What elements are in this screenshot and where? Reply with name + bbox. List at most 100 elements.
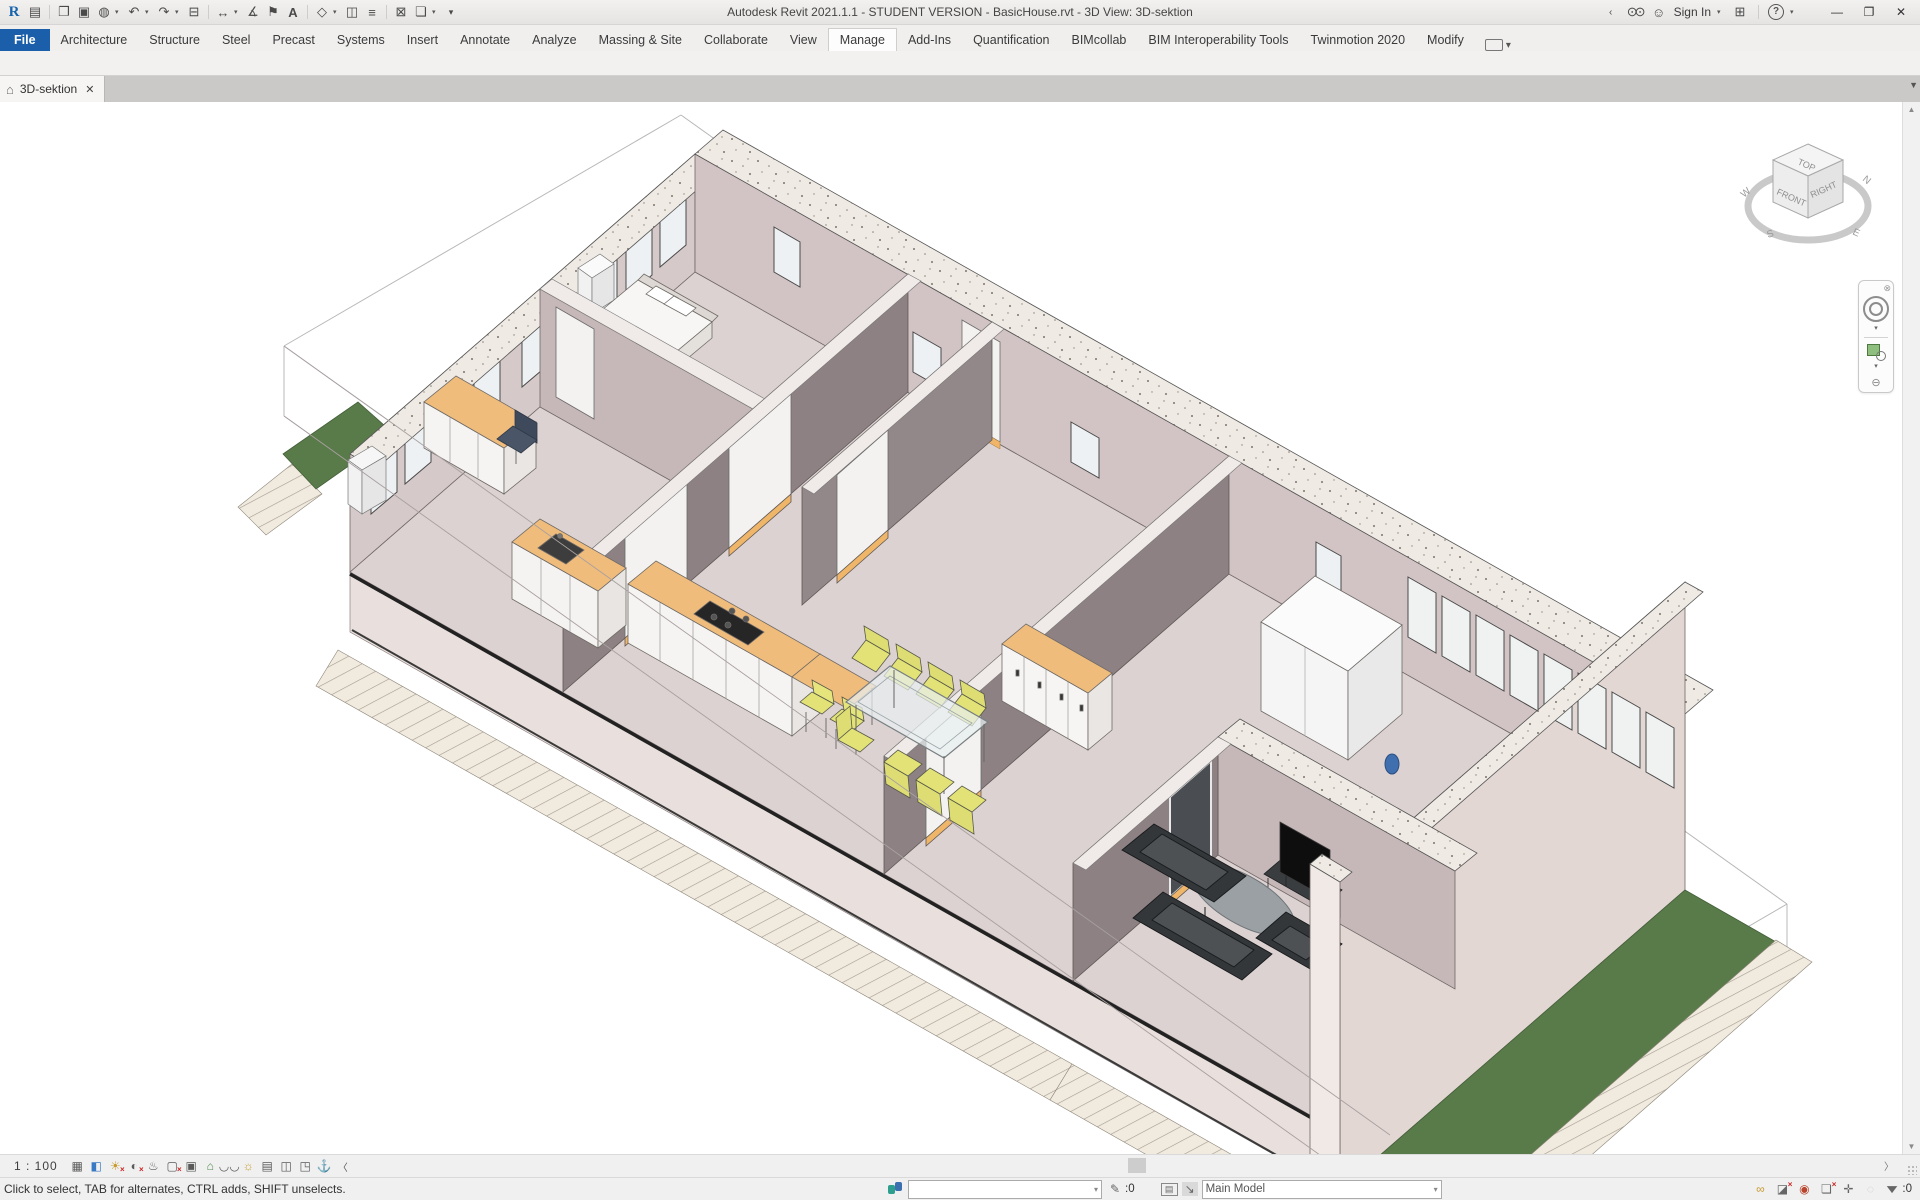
user-icon[interactable]: ☺ [1650,3,1668,21]
undo-icon[interactable]: ↶ [125,3,143,21]
drag-on-selection-icon[interactable]: ✛ [1839,1182,1857,1196]
switch-windows-icon[interactable]: ❏ [412,3,430,21]
sign-in-dropdown-icon[interactable]: ▾ [1717,8,1725,16]
viewcube[interactable]: W S E N TOP FRONT RIGHT [1739,144,1873,241]
ribbon-display-toggle[interactable]: ▾ [1485,39,1511,51]
switch-windows-dropdown-icon[interactable]: ▾ [432,8,440,16]
highlight-displacement-sets-icon[interactable]: ◳ [296,1157,315,1175]
tab-steel[interactable]: Steel [211,29,262,51]
tab-manage[interactable]: Manage [828,28,897,51]
steering-wheel-icon[interactable] [1863,296,1889,322]
select-links-icon[interactable]: ∞ [1751,1182,1769,1196]
shadows-off-icon[interactable]: ◐× [125,1157,144,1175]
properties-icon[interactable]: ▤ [26,3,44,21]
tab-systems[interactable]: Systems [326,29,396,51]
vertical-scrollbar[interactable]: ▲ ▼ [1902,102,1920,1154]
default-3d-view-icon[interactable]: ◇ [313,3,331,21]
tab-annotate[interactable]: Annotate [449,29,521,51]
design-options-icon[interactable]: ↘ [1182,1182,1198,1196]
3d-section-view[interactable]: W S E N TOP FRONT RIGHT [0,102,1920,1154]
open-icon[interactable]: ❐ [55,3,73,21]
tab-precast[interactable]: Precast [261,29,325,51]
close-icon[interactable]: ✕ [1888,5,1914,19]
design-options-dropdown[interactable]: Main Model▾ [1202,1180,1442,1199]
aligned-dimension-icon[interactable]: ∡ [244,3,262,21]
3d-view-dropdown-icon[interactable]: ▾ [333,8,341,16]
tab-structure[interactable]: Structure [138,29,211,51]
scroll-down-icon[interactable]: ▼ [1908,1139,1916,1154]
measure-icon[interactable]: ↔ [214,3,232,21]
tab-architecture[interactable]: Architecture [50,29,139,51]
tab-quantification[interactable]: Quantification [962,29,1060,51]
horizontal-scrollbar-thumb[interactable] [1128,1158,1146,1173]
measure-dropdown-icon[interactable]: ▾ [234,8,242,16]
sun-path-off-icon[interactable]: ☀× [106,1157,125,1175]
tab-add-ins[interactable]: Add-Ins [897,29,962,51]
cart-icon[interactable]: ⊞ [1731,3,1749,21]
reveal-constraints-icon[interactable]: ⚓ [315,1157,334,1175]
tab-modify[interactable]: Modify [1416,29,1475,51]
text-icon[interactable]: A [284,3,302,21]
revit-logo[interactable]: R [4,3,24,21]
reveal-hidden-elements-icon[interactable]: ☼ [239,1157,258,1175]
redo-icon[interactable]: ↷ [155,3,173,21]
blue-vase[interactable] [1385,754,1399,774]
search-icon[interactable]: ⊙⊙ [1626,3,1644,21]
zoom-icon[interactable] [1866,343,1886,361]
tab-collaborate[interactable]: Collaborate [693,29,779,51]
visual-style-icon[interactable]: ◧ [87,1157,106,1175]
select-pinned-icon[interactable]: ◉ [1795,1182,1813,1196]
tab-bimcollab[interactable]: BIMcollab [1061,29,1138,51]
editing-requests-icon[interactable]: ✎ [1106,1182,1124,1196]
sync-icon[interactable]: ◍ [95,3,113,21]
drawing-area[interactable]: W S E N TOP FRONT RIGHT ⊗ ▾ ▾ ⊖ [0,102,1920,1154]
unlocked-3d-view-icon[interactable]: ⌂ [201,1157,220,1175]
select-underlay-icon[interactable]: ◪× [1773,1182,1791,1196]
section-icon[interactable]: ◫ [343,3,361,21]
view-tab-list-icon[interactable]: ▼ [1909,80,1918,90]
sign-in-label[interactable]: Sign In [1674,5,1711,19]
temporary-view-properties-icon[interactable]: ▤ [258,1157,277,1175]
steering-wheel-dropdown-icon[interactable]: ▾ [1874,324,1878,332]
show-analytical-model-icon[interactable]: ◫ [277,1157,296,1175]
scroll-right-icon[interactable]: 〉 [1884,1158,1894,1173]
tab-insert[interactable]: Insert [396,29,449,51]
close-view-tab-icon[interactable]: ✕ [83,83,96,96]
redo-dropdown-icon[interactable]: ▾ [175,8,183,16]
navigation-bar[interactable]: ⊗ ▾ ▾ ⊖ [1858,280,1894,393]
minimize-icon[interactable]: — [1824,5,1850,19]
navbar-close-icon[interactable]: ⊗ [1883,283,1891,294]
resize-grip[interactable] [1907,1165,1917,1175]
undo-dropdown-icon[interactable]: ▾ [145,8,153,16]
navbar-options-icon[interactable]: ⊖ [1871,376,1880,389]
tab-analyze[interactable]: Analyze [521,29,587,51]
tag-icon[interactable]: ⚑ [264,3,282,21]
crop-view-off-icon[interactable]: ▢× [163,1157,182,1175]
zoom-dropdown-icon[interactable]: ▾ [1874,362,1878,370]
view-tab-3d-sektion[interactable]: ⌂ 3D-sektion ✕ [0,76,105,102]
close-hidden-windows-icon[interactable]: ⊠ [392,3,410,21]
active-workset-dropdown[interactable]: ▾ [908,1180,1102,1199]
temporary-hide-isolate-icon[interactable]: ◡◡ [220,1157,239,1175]
filter-icon[interactable]: ▼ [1879,1182,1906,1196]
help-icon[interactable]: ? [1768,4,1784,20]
worksets-dialog-icon[interactable]: ▤ [1161,1183,1178,1196]
collapse-arrow-icon[interactable]: ‹ [1602,3,1620,21]
restore-icon[interactable]: ❐ [1856,5,1882,19]
help-dropdown-icon[interactable]: ▾ [1790,8,1798,16]
tab-twinmotion[interactable]: Twinmotion 2020 [1300,29,1417,51]
tab-file[interactable]: File [0,29,50,51]
render-dialog-icon[interactable]: ♨ [144,1157,163,1175]
scroll-up-icon[interactable]: ▲ [1908,102,1916,117]
print-icon[interactable]: ⊟ [185,3,203,21]
tab-bim-interoperability[interactable]: BIM Interoperability Tools [1137,29,1299,51]
tab-view[interactable]: View [779,29,828,51]
show-crop-region-icon[interactable]: ▣ [182,1157,201,1175]
select-by-face-icon[interactable]: ❏× [1817,1182,1835,1196]
sync-dropdown-icon[interactable]: ▾ [115,8,123,16]
collapse-control-bar-icon[interactable]: 〈 [338,1159,348,1174]
customize-qat-icon[interactable]: ▾ [442,3,460,21]
tab-massing-site[interactable]: Massing & Site [588,29,693,51]
scale-button[interactable]: 1 : 100 [0,1159,68,1173]
save-icon[interactable]: ▣ [75,3,93,21]
